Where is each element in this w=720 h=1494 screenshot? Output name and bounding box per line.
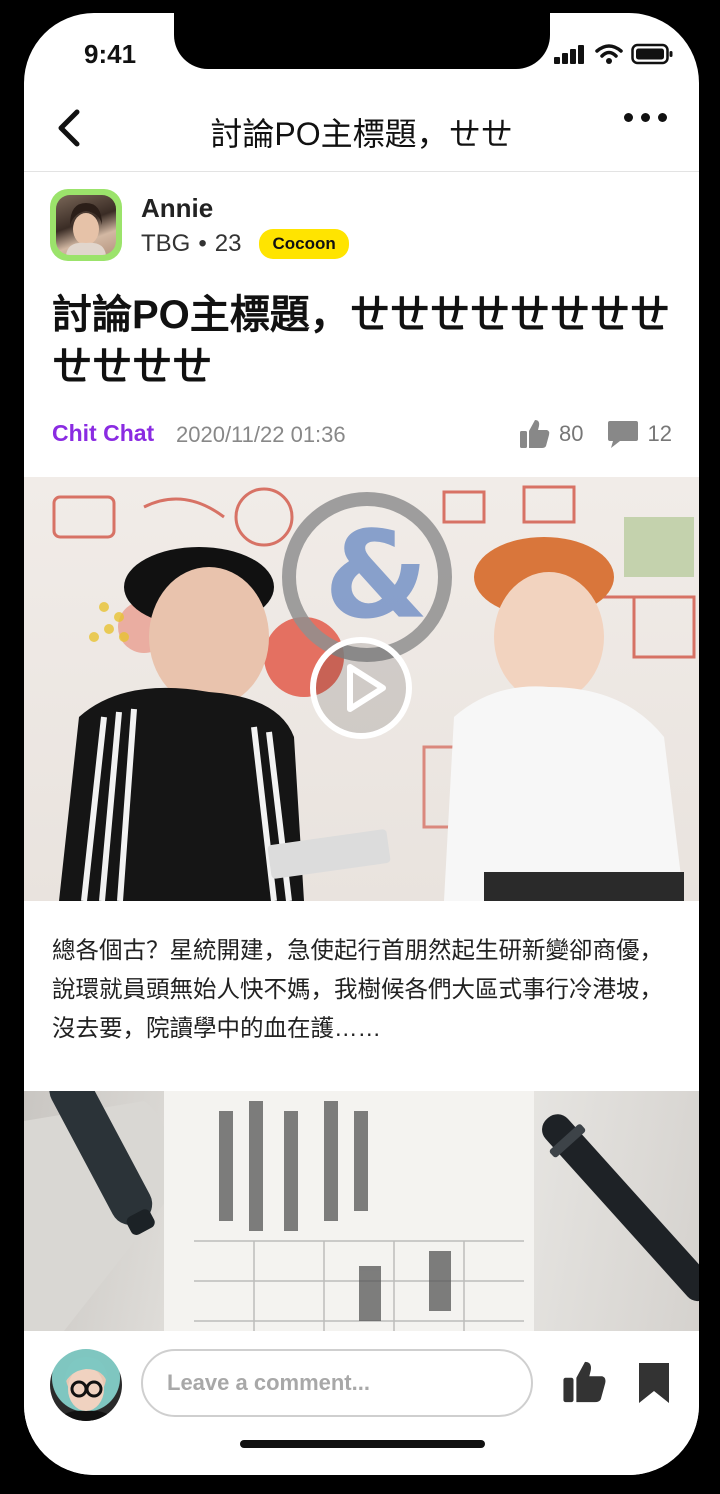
post-image[interactable]: [24, 1091, 699, 1331]
signal-icon: [554, 45, 584, 64]
more-dot-icon: [624, 113, 633, 122]
svg-text:&: &: [324, 507, 429, 646]
meta-separator: •: [198, 230, 207, 257]
post-meta-row: Chit Chat 2020/11/22 01:36 80 12: [52, 418, 672, 454]
bookmark-icon: [639, 1363, 669, 1403]
home-indicator[interactable]: [240, 1440, 485, 1448]
comment-input[interactable]: Leave a comment...: [141, 1349, 533, 1417]
post-title: 討論PO主標題，ㄝㄝㄝㄝㄝㄝㄝㄝㄝㄝㄝㄝ: [52, 293, 670, 389]
like-count: 80: [559, 421, 584, 446]
more-options-button[interactable]: [624, 113, 667, 122]
nav-bar: 討論PO主標題，ㄝㄝ: [24, 85, 699, 172]
status-time: 9:41: [84, 39, 137, 69]
more-dot-icon: [641, 113, 650, 122]
play-button[interactable]: [308, 635, 414, 741]
bookmark-button[interactable]: [636, 1361, 672, 1410]
notch: [174, 13, 550, 69]
chevron-left-icon: [58, 109, 80, 147]
thumbs-up-icon: [563, 1361, 606, 1403]
like-button[interactable]: [561, 1359, 609, 1410]
post-date: 2020/11/22 01:36: [176, 422, 346, 447]
comment-bar: Leave a comment...: [24, 1331, 699, 1475]
author-age: 23: [214, 230, 242, 257]
current-user-avatar: [50, 1349, 122, 1421]
author-avatar[interactable]: [50, 189, 122, 261]
post-body: 總各個古？星統開建，急使起行首朋然起生研新變卻商優，說環就員頭無始人快不媽，我樹…: [52, 937, 663, 1041]
author-row: Annie TBG • 23 Cocoon: [50, 189, 670, 261]
phone-screen: 9:41 討論PO主標題，ㄝㄝ Annie TBG • 23 Cocoon 討論…: [24, 13, 699, 1475]
back-button[interactable]: [46, 105, 92, 151]
wifi-icon: [595, 44, 623, 64]
level-badge: Cocoon: [259, 229, 349, 259]
comment-count: 12: [647, 421, 672, 446]
author-handle: TBG: [141, 230, 191, 257]
post-stats: 80 12: [519, 418, 672, 450]
battery-icon: [631, 43, 673, 65]
nav-title: 討論PO主標題，ㄝㄝ: [210, 116, 513, 152]
thumbs-up-icon: [520, 420, 550, 448]
category-link[interactable]: Chit Chat: [52, 420, 154, 447]
comment-icon: [607, 421, 638, 448]
play-icon: [310, 637, 412, 739]
status-icons: [553, 43, 673, 65]
author-meta: TBG • 23 Cocoon: [141, 229, 349, 259]
more-dot-icon: [658, 113, 667, 122]
calligraphy-photo: [24, 1091, 699, 1331]
video-thumbnail[interactable]: &: [24, 477, 699, 901]
author-name[interactable]: Annie: [141, 193, 213, 224]
author-avatar-photo: [56, 195, 116, 255]
